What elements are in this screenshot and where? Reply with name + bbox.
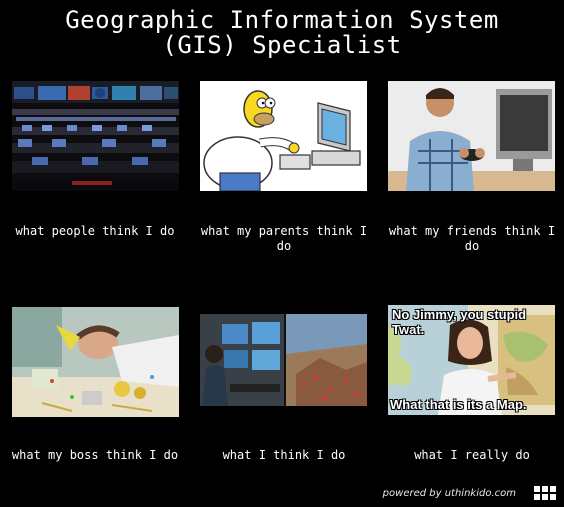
gis-workstation-image — [200, 314, 367, 406]
control-room-image — [12, 81, 179, 191]
sleeping-image — [12, 307, 179, 417]
grid-icon[interactable] — [534, 486, 556, 501]
panel-boss — [12, 307, 179, 417]
caption-people: what people think I do — [15, 224, 175, 238]
meme-top-text: No Jimmy, you stupid Twat. — [392, 307, 527, 337]
meme-title: Geographic Information System (GIS) Spec… — [0, 8, 564, 58]
panel-really: No Jimmy, you stupid Twat. What that is … — [388, 305, 555, 415]
caption-parents: what my parents think I do — [200, 224, 368, 253]
title-line-1: Geographic Information System — [65, 6, 499, 34]
caption-friends: what my friends think I do — [388, 224, 556, 253]
powered-by-link[interactable]: powered by uthinkido.com — [383, 488, 516, 499]
panel-friends — [388, 81, 555, 191]
panel-control-room — [12, 81, 179, 191]
caption-really: what I really do — [414, 448, 530, 462]
panel-i-think — [200, 314, 367, 406]
homer-computer-image — [200, 81, 367, 191]
title-line-2: (GIS) Specialist — [162, 31, 402, 59]
caption-i-think: what I think I do — [222, 448, 346, 462]
panel-homer — [200, 81, 367, 191]
gamer-image — [388, 81, 555, 191]
meme-bottom-text: What that is its a Map. — [390, 397, 527, 412]
caption-boss: what my boss think I do — [11, 448, 179, 462]
